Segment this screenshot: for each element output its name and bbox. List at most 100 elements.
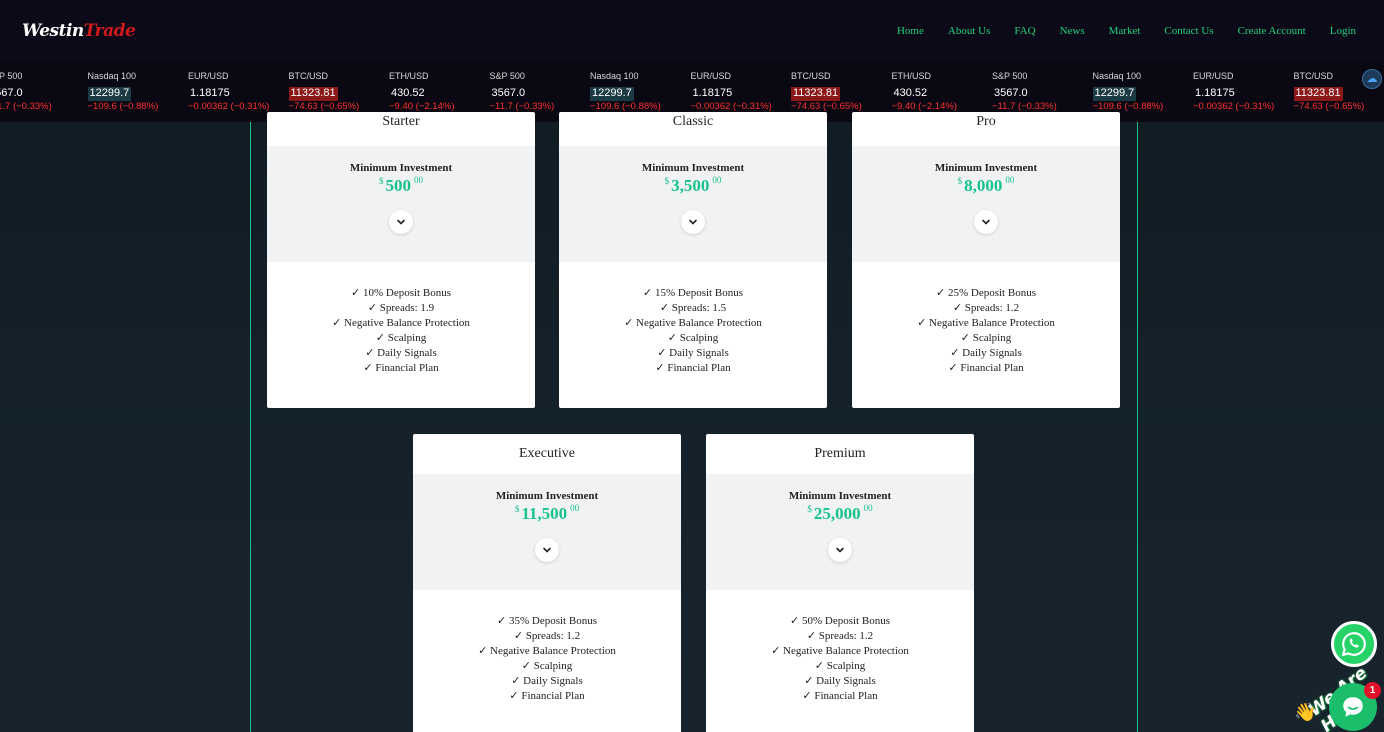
plan-feature: ✓ 15% Deposit Bonus [643, 287, 743, 299]
nav-faq[interactable]: FAQ [1014, 25, 1035, 37]
plan-price-band: Minimum Investment $25,000 00 [706, 474, 974, 590]
expand-plan-button[interactable] [974, 210, 998, 234]
plan-feature: ✓ Spreads: 1.2 [952, 302, 1020, 314]
ticker-price: 12299.7 [1092, 87, 1137, 101]
plan-price-band: Minimum Investment $3,500 00 [559, 146, 827, 262]
amount-value: 3,500 [671, 176, 710, 195]
ticker-symbol: EUR/USD [690, 71, 732, 81]
plan-card-executive: Executive Minimum Investment $11,500 00 ✓ 35… [413, 434, 681, 732]
nav-login[interactable]: Login [1330, 25, 1356, 37]
plan-features-list: ✓ 15% Deposit Bonus ✓ Spreads: 1.5 ✓ Negat… [559, 262, 827, 376]
ticker-item[interactable]: BTC/USD 11323.81 −74.63 (−0.65%) [791, 71, 892, 113]
amount-value: 11,500 [521, 504, 568, 523]
ticker-price: 12299.7 [87, 87, 132, 101]
plan-features-list: ✓ 25% Deposit Bonus ✓ Spreads: 1.2 ✓ Negat… [852, 262, 1120, 376]
amount-cents: 00 [863, 503, 873, 513]
ticker-price: 12299.7 [590, 87, 634, 101]
ticker-item[interactable]: BTC/USD 11323.81 −74.63 (−0.65%) [288, 71, 390, 113]
ticker-item[interactable]: S&P 5003567.0−11.7 (−0.33%) [992, 71, 1093, 113]
plan-feature: ✓ Daily Signals [657, 347, 729, 359]
ticker-price: 3567.0 [0, 87, 23, 99]
amount-cents: 00 [712, 175, 722, 185]
site-logo[interactable]: WestinTrade [22, 21, 136, 41]
amount-value: 8,000 [964, 176, 1003, 195]
ticker-symbol: EUR/USD [1193, 71, 1234, 81]
currency-symbol: $ [957, 176, 963, 186]
nav-news[interactable]: News [1060, 25, 1085, 37]
plan-feature: ✓ Daily Signals [365, 347, 437, 359]
nav-home[interactable]: Home [897, 25, 924, 37]
ticker-symbol: S&P 500 [992, 71, 1028, 81]
min-investment-label: Minimum Investment [641, 162, 745, 174]
ticker-item[interactable]: Nasdaq 100 12299.7 −109.6 (−0.88%) [590, 71, 691, 113]
min-investment-label: Minimum Investment [934, 162, 1038, 174]
nav-market[interactable]: Market [1109, 25, 1141, 37]
min-investment-label: Minimum Investment [495, 490, 599, 502]
expand-plan-button[interactable] [828, 538, 852, 562]
currency-symbol: $ [664, 176, 670, 186]
plan-feature: ✓ Spreads: 1.2 [806, 630, 874, 642]
amount-cents: 00 [570, 503, 580, 513]
plan-feature: ✓ Scalping [375, 332, 427, 344]
nav-create-account[interactable]: Create Account [1238, 25, 1306, 37]
ticker-symbol: BTC/USD [791, 71, 831, 81]
main-nav: Home About Us FAQ News Market Contact Us… [873, 25, 1356, 37]
plan-feature: ✓ Negative Balance Protection [478, 645, 616, 657]
ticker-item[interactable]: Nasdaq 100 12299.7 −109.6 (−0.88%) [87, 71, 189, 113]
plan-feature: ✓ Spreads: 1.5 [659, 302, 727, 314]
ticker-item[interactable]: ETH/USD 430.52 −9.40 (−2.14%) [892, 71, 993, 113]
expand-plan-button[interactable] [681, 210, 705, 234]
tradingview-cloud-icon[interactable]: ☁ [1362, 69, 1382, 89]
plan-feature: ✓ Spreads: 1.2 [513, 630, 581, 642]
chevron-down-icon [982, 219, 990, 225]
plan-card-classic: Classic Minimum Investment $3,500 00 ✓ 15% D… [559, 112, 827, 408]
ticker-item[interactable]: S&P 5003567.0−11.7 (−0.33%) [490, 71, 591, 113]
plan-feature: ✓ Scalping [814, 660, 866, 672]
plan-name: Pro [976, 114, 996, 129]
plan-feature: ✓ Negative Balance Protection [332, 317, 470, 329]
plan-card-starter: Starter Minimum Investment $500 00 ✓ 10% Dep… [267, 112, 535, 408]
min-investment-label: Minimum Investment [788, 490, 892, 502]
site-header: WestinTrade Home About Us FAQ News Marke… [0, 0, 1384, 61]
chat-bubble-icon [1343, 697, 1363, 717]
plan-feature: ✓ Financial Plan [948, 362, 1024, 374]
chevron-down-icon [543, 547, 551, 553]
plan-feature: ✓ 10% Deposit Bonus [351, 287, 451, 299]
currency-symbol: $ [514, 504, 520, 514]
currency-symbol: $ [379, 176, 384, 186]
plan-feature: ✓ Negative Balance Protection [771, 645, 909, 657]
ticker-price: 3567.0 [994, 87, 1028, 99]
plan-feature: ✓ Daily Signals [950, 347, 1022, 359]
ticker-symbol: ETH/USD [389, 71, 429, 81]
ticker-item[interactable]: Nasdaq 100 12299.7 −109.6 (−0.88%) [1092, 71, 1194, 113]
expand-plan-button[interactable] [389, 210, 413, 234]
ticker-price: 430.52 [391, 87, 425, 99]
plan-feature: ✓ Daily Signals [511, 675, 583, 687]
ticker-item[interactable]: EUR/USD 1.18175 −0.00362 (−0.31%) [1193, 71, 1294, 113]
expand-plan-button[interactable] [535, 538, 559, 562]
ticker-item[interactable]: EUR/USD 1.18175 −0.00362 (−0.31%) [188, 71, 289, 113]
waving-hand-icon: 👋 [1294, 702, 1317, 722]
nav-about-us[interactable]: About Us [948, 25, 990, 37]
amount-value: 500 [385, 176, 412, 195]
ticker-price: 1.18175 [692, 87, 733, 99]
ticker-symbol: Nasdaq 100 [1092, 71, 1142, 81]
plan-name: Executive [519, 446, 575, 461]
ticker-price: 11323.81 [288, 87, 338, 101]
ticker-price: 11323.81 [791, 87, 841, 101]
ticker-change: −109.6 (−0.88%) [87, 101, 159, 112]
ticker-change: −74.63 (−0.65%) [1293, 101, 1365, 112]
amount-value: 25,000 [813, 504, 861, 523]
ticker-symbol: S&P 500 [0, 71, 23, 81]
ticker-price: 11323.81 [1293, 87, 1343, 101]
ticker-item[interactable]: EUR/USD 1.18175 −0.00362 (−0.31%) [691, 71, 792, 113]
plan-feature: ✓ Financial Plan [802, 690, 878, 702]
plan-amount: $25,000 00 [706, 503, 974, 524]
ticker-item[interactable]: S&P 500 3567.0 −11.7 (−0.33%) [0, 71, 88, 113]
nav-contact-us[interactable]: Contact Us [1164, 25, 1213, 37]
ticker-price: 1.18175 [190, 87, 230, 99]
ticker-item[interactable]: ETH/USD 430.52 −9.40 (−2.14%) [389, 71, 490, 113]
ticker-change: −11.7 (−0.33%) [0, 101, 52, 112]
plan-feature: ✓ 50% Deposit Bonus [790, 615, 890, 627]
plan-price-band: Minimum Investment $500 00 [267, 146, 535, 262]
